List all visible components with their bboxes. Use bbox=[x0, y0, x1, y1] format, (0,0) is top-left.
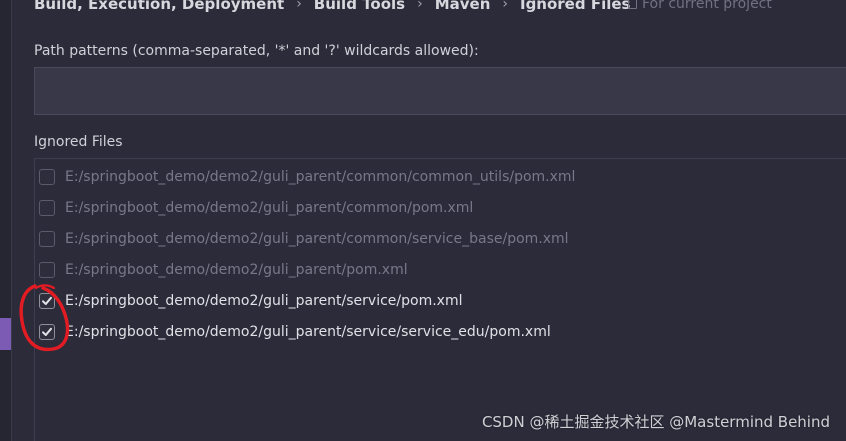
ignored-file-path: E:/springboot_demo/demo2/guli_parent/ser… bbox=[65, 293, 463, 309]
ignored-file-path: E:/springboot_demo/demo2/guli_parent/com… bbox=[65, 169, 576, 185]
ignored-file-path: E:/springboot_demo/demo2/guli_parent/pom… bbox=[65, 262, 408, 278]
ignored-file-checkbox[interactable] bbox=[39, 293, 55, 309]
ignored-files-list: E:/springboot_demo/demo2/guli_parent/com… bbox=[34, 158, 846, 441]
ignored-file-path: E:/springboot_demo/demo2/guli_parent/ser… bbox=[65, 324, 551, 340]
left-side-rail bbox=[0, 0, 12, 441]
selected-rail-marker bbox=[0, 318, 11, 350]
ignored-file-path: E:/springboot_demo/demo2/guli_parent/com… bbox=[65, 231, 569, 247]
path-patterns-input[interactable] bbox=[34, 67, 846, 115]
ignored-file-checkbox[interactable] bbox=[39, 262, 55, 278]
breadcrumb-separator: › bbox=[296, 0, 302, 12]
ignored-file-row[interactable]: E:/springboot_demo/demo2/guli_parent/pom… bbox=[39, 259, 408, 281]
ignored-file-row[interactable]: E:/springboot_demo/demo2/guli_parent/ser… bbox=[39, 290, 462, 312]
ignored-file-row[interactable]: E:/springboot_demo/demo2/guli_parent/com… bbox=[39, 228, 569, 250]
ignored-file-checkbox[interactable] bbox=[39, 200, 55, 216]
breadcrumb-build-execution-deployment[interactable]: Build, Execution, Deployment bbox=[34, 0, 284, 13]
breadcrumb: Build, Execution, Deployment › Build Too… bbox=[34, 0, 630, 15]
ignored-file-row[interactable]: E:/springboot_demo/demo2/guli_parent/ser… bbox=[39, 321, 551, 343]
breadcrumb-ignored-files: Ignored Files bbox=[519, 0, 631, 13]
checkmark-icon bbox=[42, 327, 52, 336]
ignored-file-checkbox[interactable] bbox=[39, 169, 55, 185]
ignored-file-checkbox[interactable] bbox=[39, 231, 55, 247]
ignored-file-checkbox[interactable] bbox=[39, 324, 55, 340]
breadcrumb-separator: › bbox=[502, 0, 508, 12]
breadcrumb-build-tools[interactable]: Build Tools bbox=[314, 0, 405, 13]
scope-label: For current project bbox=[642, 0, 772, 12]
breadcrumb-maven[interactable]: Maven bbox=[435, 0, 491, 13]
settings-panel: Build, Execution, Deployment › Build Too… bbox=[0, 0, 846, 441]
breadcrumb-separator: › bbox=[417, 0, 423, 12]
path-patterns-label: Path patterns (comma-separated, '*' and … bbox=[34, 43, 479, 59]
project-icon bbox=[628, 0, 637, 9]
ignored-file-row[interactable]: E:/springboot_demo/demo2/guli_parent/com… bbox=[39, 197, 473, 219]
ignored-file-path: E:/springboot_demo/demo2/guli_parent/com… bbox=[65, 200, 474, 216]
ignored-files-label: Ignored Files bbox=[34, 134, 123, 150]
csdn-watermark: CSDN @稀土掘金技术社区 @Mastermind Behind bbox=[481, 413, 830, 431]
checkmark-icon bbox=[42, 296, 52, 305]
scope-indicator: For current project bbox=[628, 0, 772, 15]
ignored-file-row[interactable]: E:/springboot_demo/demo2/guli_parent/com… bbox=[39, 166, 575, 188]
